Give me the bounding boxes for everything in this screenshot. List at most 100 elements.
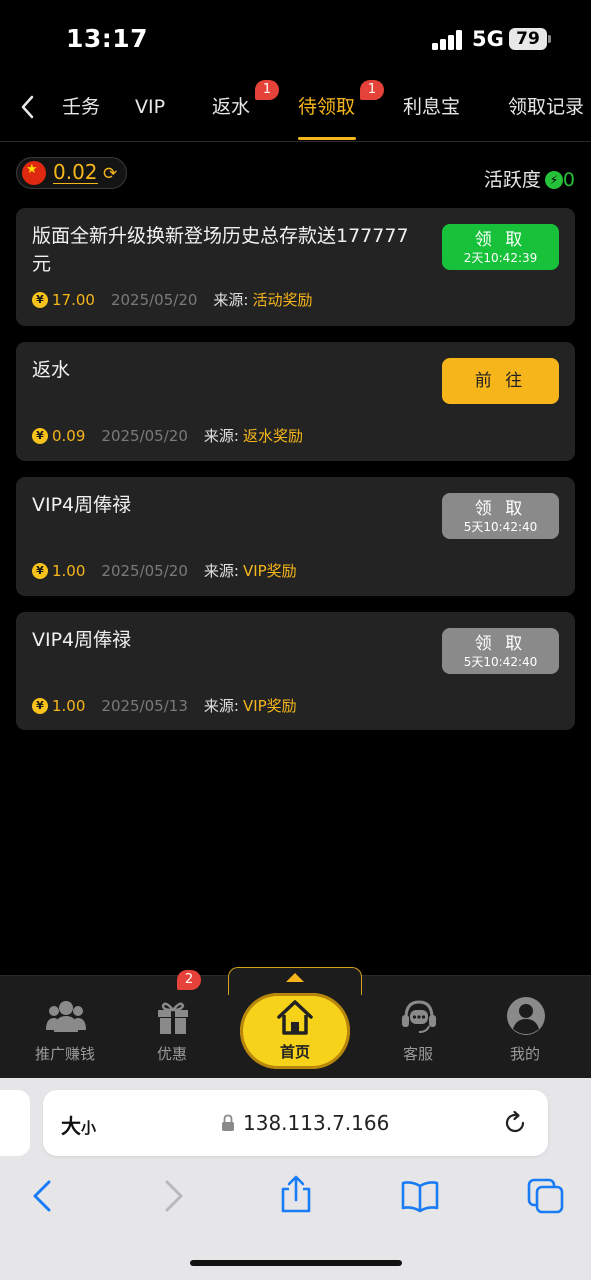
card-amount: 0.09 [52, 426, 86, 445]
card-date: 2025/05/13 [101, 696, 188, 715]
card-amount: 17.00 [52, 290, 95, 309]
nav-promo-label: 优惠 [156, 1045, 187, 1063]
card-amount: 1.00 [52, 696, 86, 715]
card-source: VIP奖励 [242, 697, 297, 715]
claim-button[interactable]: 领 取 5天10:42:40 [442, 493, 559, 539]
tab-interest[interactable]: 利息宝 [403, 92, 460, 122]
card-title: 返水 [32, 359, 71, 381]
text-size-button[interactable]: 大小 [61, 1110, 96, 1139]
reward-card: 版面全新升级换新登场历史总存款送177777元 领 取 2天10:42:39 ¥… [16, 208, 575, 326]
activity-value: 0 [562, 169, 575, 191]
nav-promo[interactable]: 2 优惠 [127, 970, 217, 1079]
group-icon [46, 1001, 86, 1032]
bolt-icon: ⚡ [544, 171, 563, 189]
user-icon [507, 997, 545, 1035]
nav-promote[interactable]: 推广赚钱 [20, 976, 110, 1079]
card-meta: ¥ 1.00 2025/05/13 来源: VIP奖励 [32, 695, 297, 716]
tab-pending-badge: 1 [360, 80, 384, 100]
card-source: VIP奖励 [242, 562, 297, 580]
text-size-small: 小 [81, 1119, 97, 1137]
status-time: 13:17 [66, 24, 149, 53]
coin-icon: ¥ [32, 427, 48, 444]
card-source-label: 来源: [203, 697, 239, 715]
card-source-label: 来源: [203, 427, 239, 445]
nav-mine[interactable]: 我的 [480, 976, 570, 1079]
activity-indicator: 活跃度 ⚡ 0 [484, 165, 575, 192]
tabs-icon[interactable] [526, 1178, 566, 1214]
card-amount: 1.00 [52, 561, 86, 580]
china-flag-icon: ★ [22, 161, 46, 185]
card-title: VIP4周俸禄 [32, 494, 132, 516]
url-text: 138.113.7.166 [243, 1111, 390, 1135]
reward-card: VIP4周俸禄 领 取 5天10:42:40 ¥ 1.00 2025/05/20… [16, 477, 575, 596]
nav-support-label: 客服 [402, 1045, 433, 1063]
claim-button-timer: 2天10:42:39 [463, 251, 538, 265]
caret-up-icon [286, 973, 304, 982]
claim-button[interactable]: 领 取 2天10:42:39 [442, 224, 559, 270]
browser-chrome: 大小 138.113.7.166 [0, 1078, 591, 1280]
tab-rebate-badge: 1 [255, 80, 279, 100]
battery-icon: 79 [509, 28, 547, 50]
reload-icon[interactable] [501, 1109, 529, 1137]
claim-button-timer: 5天10:42:40 [463, 520, 538, 534]
refresh-icon[interactable]: ⟳ [103, 164, 117, 184]
balance-pill[interactable]: ★ 0.02 ⟳ [16, 157, 127, 189]
coin-icon: ¥ [32, 562, 48, 579]
coin-icon: ¥ [32, 291, 48, 308]
card-source-label: 来源: [203, 562, 239, 580]
card-source: 活动奖励 [252, 291, 313, 309]
card-source-label: 来源: [213, 291, 249, 309]
card-title: VIP4周俸禄 [32, 629, 132, 651]
home-icon [277, 1000, 313, 1035]
status-bar: 13:17 5G 79 [0, 0, 591, 78]
tab-rebate[interactable]: 返水 [212, 92, 250, 122]
tab-pending[interactable]: 待领取 [298, 92, 355, 122]
go-button[interactable]: 前 往 [442, 358, 559, 404]
card-date: 2025/05/20 [110, 290, 198, 309]
claim-button-label: 领 取 [474, 634, 527, 654]
go-button-label: 前 往 [474, 371, 527, 391]
signal-icon [432, 30, 464, 50]
card-date: 2025/05/20 [101, 561, 188, 580]
battery-tip [548, 35, 551, 43]
bookmarks-icon[interactable] [400, 1178, 440, 1214]
home-indicator [190, 1260, 402, 1266]
gift-icon [158, 1002, 188, 1034]
previous-tab-stub[interactable] [0, 1090, 30, 1156]
address-bar[interactable]: 大小 138.113.7.166 [43, 1090, 548, 1156]
coin-icon: ¥ [32, 697, 48, 714]
nav-promote-label: 推广赚钱 [34, 1045, 95, 1063]
tab-bar: 壬务 VIP 返水 1 待领取 1 利息宝 领取记录 [0, 78, 591, 142]
claim-button[interactable]: 领 取 5天10:42:40 [442, 628, 559, 674]
text-size-big: 大 [61, 1114, 81, 1138]
card-meta: ¥ 0.09 2025/05/20 来源: 返水奖励 [32, 425, 303, 446]
reward-card: VIP4周俸禄 领 取 5天10:42:40 ¥ 1.00 2025/05/13… [16, 612, 575, 730]
nav-home-label: 首页 [279, 1043, 310, 1061]
forward-arrow-icon [165, 1180, 183, 1212]
card-meta: ¥ 17.00 2025/05/20 来源: 活动奖励 [32, 289, 313, 310]
claim-button-timer: 5天10:42:40 [463, 655, 538, 669]
reward-card: 返水 前 往 ¥ 0.09 2025/05/20 来源: 返水奖励 [16, 342, 575, 461]
claim-button-label: 领 取 [474, 230, 527, 250]
nav-support[interactable]: 客服 [373, 976, 463, 1079]
card-source: 返水奖励 [242, 427, 303, 445]
active-tab-indicator [298, 137, 356, 140]
back-arrow-icon[interactable] [25, 1178, 65, 1214]
chevron-left-icon[interactable] [14, 92, 44, 122]
tab-task[interactable]: 壬务 [62, 92, 100, 122]
activity-label: 活跃度 [483, 169, 541, 191]
tab-vip[interactable]: VIP [135, 92, 165, 122]
headset-icon [402, 1000, 436, 1033]
card-title: 版面全新升级换新登场历史总存款送177777元 [32, 225, 409, 275]
nav-promo-badge: 2 [177, 970, 201, 990]
nav-home[interactable]: 首页 [228, 965, 362, 1077]
share-icon[interactable] [276, 1174, 316, 1214]
network-type: 5G [472, 27, 504, 51]
nav-mine-label: 我的 [509, 1045, 540, 1063]
tab-records[interactable]: 领取记录 [508, 92, 584, 122]
card-meta: ¥ 1.00 2025/05/20 来源: VIP奖励 [32, 560, 297, 581]
card-date: 2025/05/20 [101, 426, 188, 445]
balance-value: 0.02 [53, 160, 98, 184]
claim-button-label: 领 取 [474, 499, 527, 519]
home-button[interactable]: 首页 [240, 993, 350, 1069]
